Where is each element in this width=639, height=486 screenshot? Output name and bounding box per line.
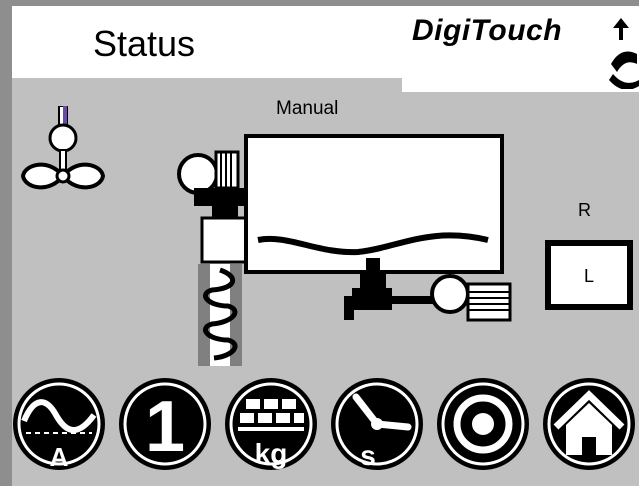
target-button[interactable]	[434, 375, 532, 473]
function-button-bar: A 1 kg s	[10, 375, 639, 486]
target-icon	[437, 378, 529, 470]
r-label: R	[578, 200, 591, 220]
auger-icon	[198, 264, 242, 366]
mode-label: Manual	[276, 98, 339, 119]
weight-icon: kg	[225, 378, 317, 470]
home-button[interactable]	[540, 375, 638, 473]
weight-button[interactable]: kg	[222, 375, 320, 473]
clock-icon: s	[331, 378, 423, 471]
time-button[interactable]: s	[328, 375, 426, 473]
counter-button[interactable]: 1	[116, 375, 214, 473]
l-selector-button[interactable]: L	[545, 240, 633, 310]
ampere-button[interactable]: A	[10, 375, 108, 473]
logo-area: DigiTouch	[402, 6, 639, 92]
page-title: Status	[93, 23, 196, 64]
ampere-icon: A	[13, 378, 105, 472]
status-screen: Status DigiTouch Manual R L A 1 kg s	[0, 0, 639, 486]
agitator-icon	[20, 106, 106, 190]
counter-label: 1	[145, 387, 185, 467]
title-bar: Status	[12, 6, 412, 78]
ampere-label: A	[50, 442, 69, 472]
brand-logo-text: DigiTouch	[412, 14, 563, 47]
l-label: L	[583, 266, 594, 286]
mixer-machine-diagram	[177, 134, 512, 366]
home-icon	[543, 378, 635, 470]
mixer-tank	[244, 134, 504, 274]
time-label: s	[360, 440, 376, 471]
motor-left-icon	[177, 150, 240, 195]
counter-icon: 1	[119, 378, 211, 470]
weight-label: kg	[255, 438, 288, 469]
brand-logo-icon	[609, 18, 639, 89]
